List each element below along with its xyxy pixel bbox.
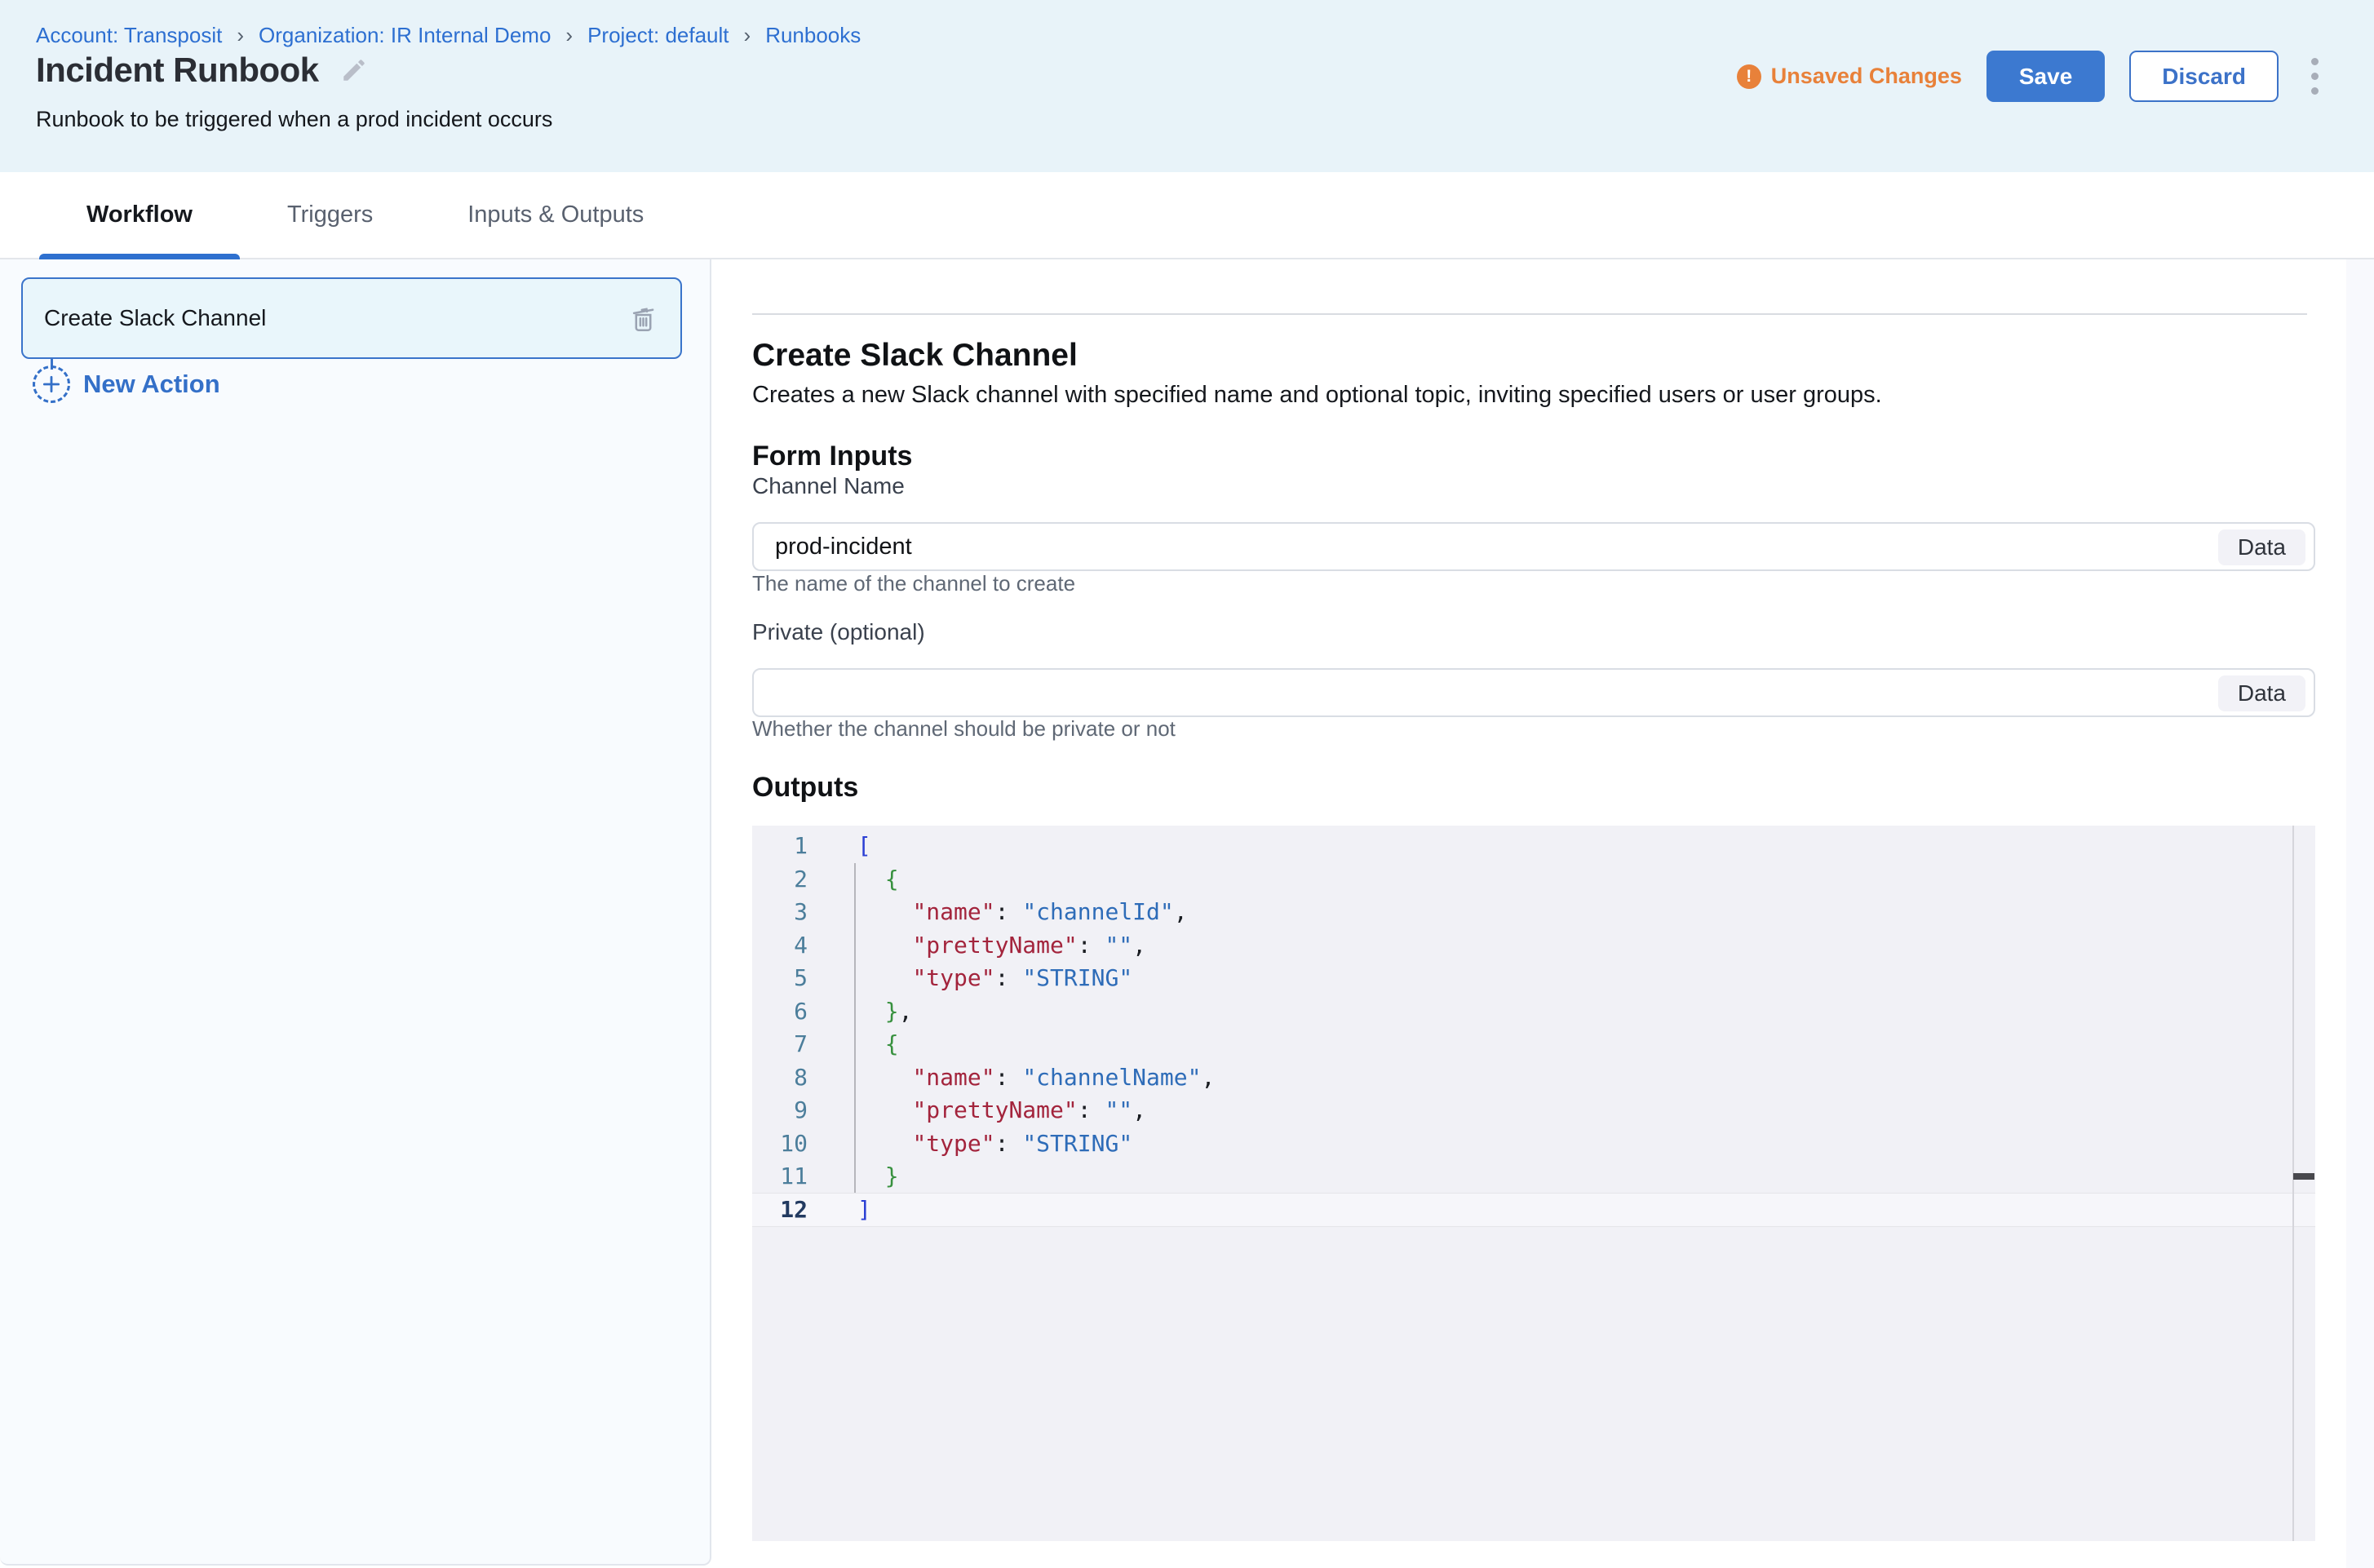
code-line[interactable]: 10 "type": "STRING" (752, 1127, 2315, 1161)
delete-action-icon[interactable] (628, 303, 659, 334)
section-divider (752, 313, 2307, 315)
new-action-button[interactable]: New Action (33, 365, 220, 403)
page-scrollbar-track[interactable] (2346, 259, 2374, 1568)
page-title: Incident Runbook (36, 51, 319, 90)
code-line[interactable]: 12] (752, 1194, 2315, 1227)
line-number: 9 (752, 1094, 808, 1127)
code-line[interactable]: 4 "prettyName": "", (752, 929, 2315, 963)
breadcrumb-organization-link[interactable]: Organization: IR Internal Demo (259, 23, 551, 48)
code-line[interactable]: 5 "type": "STRING" (752, 962, 2315, 995)
page-header: Account: Transposit › Organization: IR I… (0, 0, 2374, 172)
tab-workflow-label: Workflow (86, 202, 193, 228)
workflow-steps-panel: Create Slack Channel New A (0, 259, 711, 1566)
action-card-create-slack-channel[interactable]: Create Slack Channel (21, 277, 682, 359)
tab-inputs-outputs[interactable]: Inputs & Outputs (420, 172, 691, 258)
breadcrumb: Account: Transposit › Organization: IR I… (36, 23, 861, 48)
channel-name-field-wrap: Data (752, 522, 2315, 571)
channel-name-input[interactable] (754, 524, 2314, 569)
code-line[interactable]: 3 "name": "channelId", (752, 896, 2315, 929)
new-action-label: New Action (83, 370, 220, 399)
line-number: 8 (752, 1061, 808, 1095)
line-number: 10 (752, 1127, 808, 1161)
channel-name-help-text: The name of the channel to create (752, 571, 1075, 596)
plus-icon (33, 365, 70, 403)
code-line[interactable]: 11 } (752, 1160, 2315, 1194)
line-number: 12 (752, 1194, 808, 1227)
unsaved-changes-badge: ! Unsaved Changes (1737, 64, 1962, 89)
page-subtitle: Runbook to be triggered when a prod inci… (36, 107, 552, 132)
channel-name-data-button[interactable]: Data (2218, 529, 2305, 565)
code-editor-lines: 1[2 {3 "name": "channelId",4 "prettyName… (752, 830, 2315, 1226)
discard-button[interactable]: Discard (2129, 51, 2279, 102)
breadcrumb-separator: › (744, 23, 751, 48)
action-detail-panel: Create Slack Channel Creates a new Slack… (752, 259, 2315, 1568)
line-number: 1 (752, 830, 808, 863)
breadcrumb-separator: › (237, 23, 244, 48)
action-detail-title: Create Slack Channel (752, 338, 1078, 374)
line-number: 4 (752, 929, 808, 963)
code-line[interactable]: 6 }, (752, 995, 2315, 1029)
private-data-button[interactable]: Data (2218, 675, 2305, 711)
channel-name-label: Channel Name (752, 473, 905, 499)
tab-workflow[interactable]: Workflow (39, 172, 240, 258)
code-line[interactable]: 7 { (752, 1028, 2315, 1061)
private-field-wrap: Data (752, 668, 2315, 717)
line-number: 2 (752, 863, 808, 897)
breadcrumb-separator: › (565, 23, 573, 48)
edit-title-icon[interactable] (340, 56, 368, 84)
line-number: 3 (752, 896, 808, 929)
code-line[interactable]: 9 "prettyName": "", (752, 1094, 2315, 1127)
kebab-menu-icon[interactable] (2303, 51, 2327, 101)
action-detail-description: Creates a new Slack channel with specifi… (752, 382, 1882, 409)
editor-scrollbar-track[interactable] (2292, 826, 2315, 1541)
content-region: Create Slack Channel New A (0, 259, 2374, 1568)
active-tab-indicator (39, 254, 240, 259)
line-number: 11 (752, 1160, 808, 1194)
private-help-text: Whether the channel should be private or… (752, 716, 1176, 742)
unsaved-changes-label: Unsaved Changes (1771, 64, 1962, 89)
tab-bar: Workflow Triggers Inputs & Outputs (0, 172, 2374, 259)
form-inputs-heading: Form Inputs (752, 441, 912, 472)
app-root: Account: Transposit › Organization: IR I… (0, 0, 2374, 1568)
tab-triggers[interactable]: Triggers (240, 172, 420, 258)
tab-triggers-label: Triggers (287, 202, 373, 228)
line-number: 6 (752, 995, 808, 1029)
code-line[interactable]: 1[ (752, 830, 2315, 863)
breadcrumb-project-link[interactable]: Project: default (587, 23, 729, 48)
line-number: 7 (752, 1028, 808, 1061)
breadcrumb-account-link[interactable]: Account: Transposit (36, 23, 222, 48)
breadcrumb-runbooks-link[interactable]: Runbooks (765, 23, 861, 48)
tab-inputs-outputs-label: Inputs & Outputs (467, 202, 644, 228)
editor-scrollbar-thumb[interactable] (2293, 1173, 2314, 1180)
warning-icon: ! (1737, 64, 1761, 89)
code-line[interactable]: 8 "name": "channelName", (752, 1061, 2315, 1095)
action-card-label: Create Slack Channel (44, 305, 628, 331)
outputs-heading: Outputs (752, 772, 858, 804)
private-label: Private (optional) (752, 619, 925, 645)
private-input[interactable] (754, 670, 2314, 715)
save-button[interactable]: Save (1986, 51, 2105, 102)
code-line[interactable]: 2 { (752, 863, 2315, 897)
line-number: 5 (752, 962, 808, 995)
outputs-code-editor[interactable]: 1[2 {3 "name": "channelId",4 "prettyName… (752, 826, 2315, 1541)
